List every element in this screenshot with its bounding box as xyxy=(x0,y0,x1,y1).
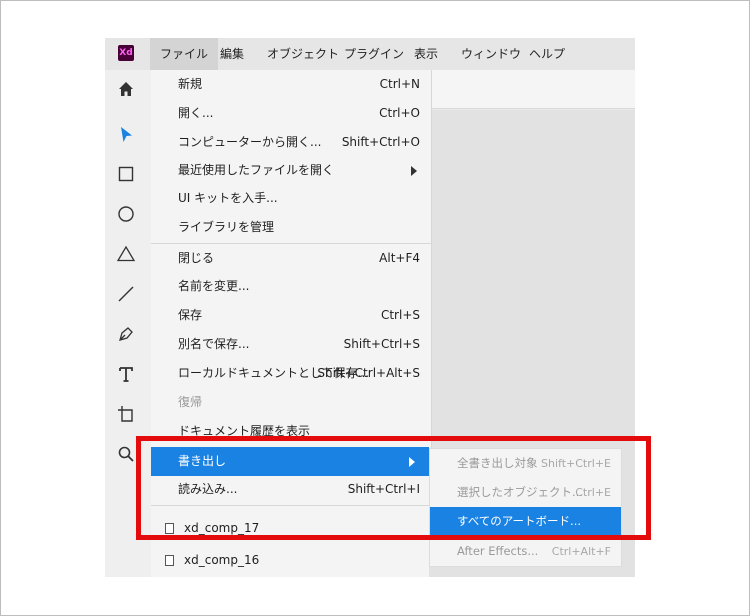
xd-logo: Xd xyxy=(118,45,134,61)
menu-item-open-from-computer[interactable]: コンピューターから開く... Shift+Ctrl+O xyxy=(151,128,431,157)
menu-item-label: 最近使用したファイルを開く xyxy=(178,163,335,177)
menu-item-open[interactable]: 開く... Ctrl+O xyxy=(151,99,431,128)
menu-item-label: ライブラリを管理 xyxy=(178,220,275,234)
zoom-icon[interactable] xyxy=(116,444,136,464)
menu-item-export[interactable]: 書き出し xyxy=(151,447,429,476)
menu-item-label: コンピューターから開く... xyxy=(178,135,322,149)
text-icon[interactable] xyxy=(116,364,136,384)
menu-item-shortcut: Ctrl+O xyxy=(379,106,420,120)
select-arrow-icon[interactable] xyxy=(116,125,136,145)
menu-item-label: UI キットを入手... xyxy=(178,191,278,205)
submenu-arrow-icon xyxy=(411,166,417,176)
menu-plugins[interactable]: プラグイン xyxy=(334,38,414,70)
document-icon xyxy=(165,555,174,566)
recent-file-item[interactable]: xd_comp_16 xyxy=(151,545,429,575)
triangle-icon[interactable] xyxy=(116,244,136,264)
submenu-item-label: After Effects... xyxy=(457,544,539,558)
submenu-item-shortcut: Shift+Ctrl+E xyxy=(541,457,611,470)
menu-item-label: 別名で保存... xyxy=(178,337,250,351)
menu-separator xyxy=(151,505,429,506)
menu-item-shortcut: Shift+Ctrl+I xyxy=(347,482,420,496)
menu-item-import[interactable]: 読み込み... Shift+Ctrl+I xyxy=(151,475,429,504)
menu-item-label: 新規 xyxy=(178,77,203,91)
menu-edit[interactable]: 編集 xyxy=(210,38,254,70)
menu-item-label: 読み込み... xyxy=(178,482,238,496)
menu-item-document-history[interactable]: ドキュメント履歴を表示 xyxy=(151,417,431,446)
submenu-item-shortcut: Ctrl+Alt+F xyxy=(551,545,611,558)
line-icon[interactable] xyxy=(116,284,136,304)
menu-item-shortcut: Shift+Ctrl+S xyxy=(343,337,420,351)
file-menu-dropdown: 新規 Ctrl+N 開く... Ctrl+O コンピューターから開く... Shift… xyxy=(151,70,432,450)
submenu-item-shortcut: Ctrl+E xyxy=(575,486,611,499)
menu-item-save-as-local[interactable]: ローカルドキュメントとして保存... Shift+Ctrl+Alt+S xyxy=(151,359,431,388)
submenu-item-label: すべてのアートボード... xyxy=(457,514,582,528)
submenu-item-all-artboards[interactable]: すべてのアートボード... xyxy=(430,507,621,536)
home-icon[interactable] xyxy=(116,79,136,99)
ellipse-icon[interactable] xyxy=(116,204,136,224)
submenu-arrow-icon xyxy=(409,457,415,467)
submenu-item-after-effects: After Effects... Ctrl+Alt+F xyxy=(430,537,621,566)
menu-item-get-ui-kits[interactable]: UI キットを入手... xyxy=(151,184,431,213)
tool-rail xyxy=(105,70,152,577)
recent-file-name: xd_comp_16 xyxy=(184,553,260,567)
menu-item-label: 保存 xyxy=(178,308,203,322)
menu-item-label: 開く... xyxy=(178,106,214,120)
menu-help[interactable]: ヘルプ xyxy=(519,38,575,70)
menu-item-shortcut: Shift+Ctrl+Alt+S xyxy=(317,366,420,380)
menu-item-shortcut: Ctrl+N xyxy=(379,77,420,91)
submenu-item-batch-export: 全書き出し対象 Shift+Ctrl+E xyxy=(430,449,621,478)
menu-view[interactable]: 表示 xyxy=(404,38,448,70)
document-icon xyxy=(165,523,174,534)
file-menu-lower: 書き出し 読み込み... Shift+Ctrl+I xd_comp_17 xd_c… xyxy=(151,446,429,577)
submenu-item-export-selected: 選択したオブジェクト... Ctrl+E xyxy=(430,478,621,507)
recent-file-item[interactable]: xd_comp_17 xyxy=(151,513,429,543)
export-submenu: 全書き出し対象 Shift+Ctrl+E 選択したオブジェクト... Ctrl+E … xyxy=(429,448,622,567)
menu-item-close[interactable]: 閉じる Alt+F4 xyxy=(151,244,431,273)
submenu-item-label: 選択したオブジェクト... xyxy=(457,485,583,499)
menu-item-label: 閉じる xyxy=(178,251,215,265)
rectangle-icon[interactable] xyxy=(116,164,136,184)
menu-item-new[interactable]: 新規 Ctrl+N xyxy=(151,70,431,99)
recent-file-name: xd_comp_17 xyxy=(184,521,260,535)
menu-item-label: 名前を変更... xyxy=(178,279,250,293)
menu-file[interactable]: ファイル xyxy=(150,38,219,70)
menu-item-shortcut: Ctrl+S xyxy=(380,308,420,322)
menu-item-label: ドキュメント履歴を表示 xyxy=(178,424,311,438)
menu-item-label: 書き出し xyxy=(178,454,227,468)
menu-item-shortcut: Alt+F4 xyxy=(379,251,420,265)
menu-item-revert: 復帰 xyxy=(151,388,431,417)
pen-icon[interactable] xyxy=(116,324,136,344)
menu-item-open-recent[interactable]: 最近使用したファイルを開く xyxy=(151,156,431,185)
menu-item-rename[interactable]: 名前を変更... xyxy=(151,272,431,301)
artboard-icon[interactable] xyxy=(116,404,136,424)
menu-item-label: 復帰 xyxy=(178,395,203,409)
submenu-item-label: 全書き出し対象 xyxy=(457,456,538,470)
menu-item-save[interactable]: 保存 Ctrl+S xyxy=(151,301,431,330)
menu-item-manage-libraries[interactable]: ライブラリを管理 xyxy=(151,213,431,242)
menu-item-shortcut: Shift+Ctrl+O xyxy=(341,135,420,149)
menu-item-save-as[interactable]: 別名で保存... Shift+Ctrl+S xyxy=(151,330,431,359)
menu-bar: Xd ファイル 編集 オブジェクト プラグイン 表示 ウィンドウ ヘルプ xyxy=(105,38,635,70)
